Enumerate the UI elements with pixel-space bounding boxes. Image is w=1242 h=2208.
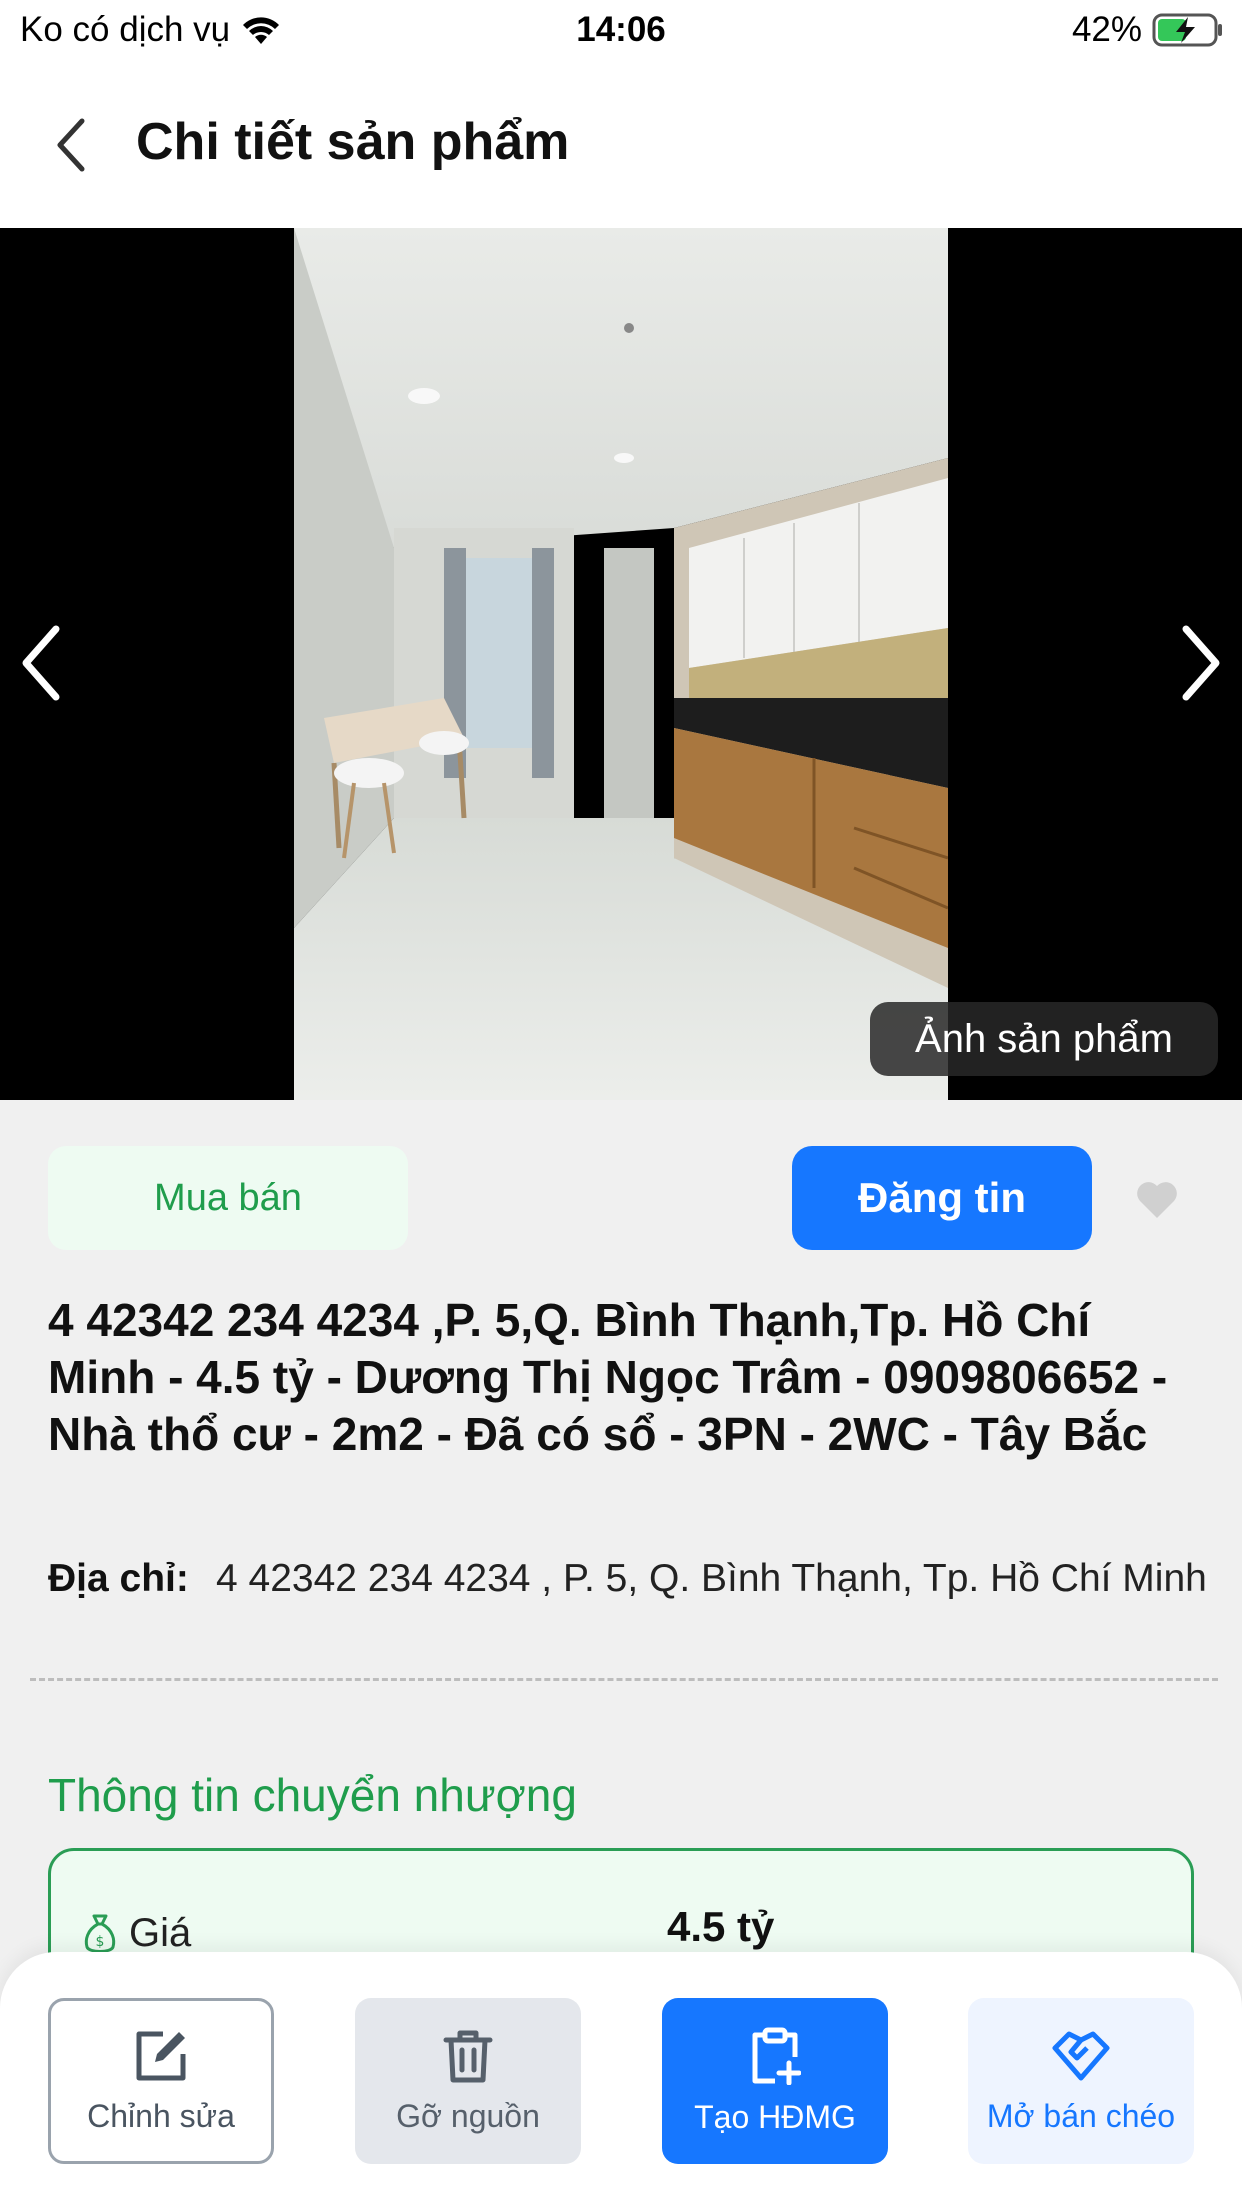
clipboard-plus-icon (752, 2027, 801, 2085)
create-contract-button[interactable]: Tạo HĐMG (662, 1998, 888, 2164)
bottom-action-bar: Chỉnh sửa Gỡ nguồn Tạo HĐMG Mở bán chéo (0, 1952, 1242, 2208)
image-gallery[interactable]: Ảnh sản phẩm (0, 228, 1242, 1100)
navigation-bar: Chi tiết sản phẩm (0, 62, 1242, 228)
status-right: 42% (1072, 10, 1224, 50)
money-bag-icon: $ (84, 1914, 116, 1953)
cross-sell-button[interactable]: Mở bán chéo (968, 1998, 1194, 2164)
chevron-right-icon (1182, 625, 1220, 701)
address-row: Địa chỉ: 4 42342 234 4234 , P. 5, Q. Bìn… (48, 1554, 1208, 1604)
svg-text:$: $ (96, 1934, 105, 1950)
price-label: Giá (129, 1911, 192, 1955)
price-label-row: $ Giá (83, 1911, 191, 1956)
edit-label: Chỉnh sửa (87, 2097, 235, 2134)
back-button[interactable] (50, 110, 110, 180)
divider (30, 1678, 1218, 1681)
page-title: Chi tiết sản phẩm (136, 113, 570, 171)
apartment-photo-illustration (294, 228, 948, 1100)
transfer-info-title: Thông tin chuyển nhượng (48, 1769, 577, 1821)
handshake-icon (1052, 2031, 1110, 2080)
product-actions-row: Mua bán Đăng tin (0, 1146, 1242, 1250)
price-value: 4.5 tỷ (667, 1903, 775, 1950)
photo-label: Ảnh sản phẩm (870, 1002, 1218, 1076)
battery-charging-icon (1152, 13, 1222, 47)
remove-source-label: Gỡ nguồn (396, 2097, 540, 2134)
heart-icon[interactable] (1132, 1174, 1182, 1224)
status-bar: Ko có dịch vụ 14:06 42% (0, 0, 1242, 62)
remove-source-button[interactable]: Gỡ nguồn (355, 1998, 581, 2164)
product-title: 4 42342 234 4234 ,P. 5,Q. Bình Thạnh,Tp.… (48, 1294, 1168, 1460)
chevron-left-icon (22, 625, 60, 701)
address-label: Địa chỉ: (48, 1557, 189, 1600)
clock: 14:06 (576, 10, 666, 49)
edit-button[interactable]: Chỉnh sửa (48, 1998, 274, 2164)
address-value: 4 42342 234 4234 , P. 5, Q. Bình Thạnh, … (216, 1557, 1207, 1600)
next-image-button[interactable] (1166, 618, 1236, 708)
battery-percent: 42% (1071, 10, 1142, 49)
create-contract-label: Tạo HĐMG (694, 2098, 856, 2135)
previous-image-button[interactable] (6, 618, 76, 708)
chevron-left-icon (57, 118, 85, 172)
trash-icon (443, 2030, 493, 2082)
post-listing-button[interactable]: Đăng tin (792, 1146, 1092, 1250)
category-tag: Mua bán (48, 1146, 408, 1250)
product-photo[interactable] (294, 228, 948, 1100)
edit-icon (136, 2031, 186, 2080)
cross-sell-label: Mở bán chéo (986, 2097, 1176, 2134)
